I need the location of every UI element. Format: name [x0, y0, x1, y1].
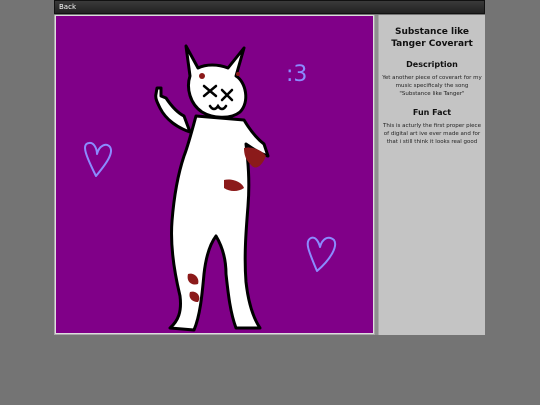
back-button[interactable]: Back — [57, 1, 78, 13]
panel-divider — [375, 15, 378, 335]
artwork-canvas: :3 — [55, 15, 374, 334]
heart-outline-left-icon — [84, 141, 112, 177]
emoticon-doodle: :3 — [286, 62, 307, 87]
heart-outline-right-icon — [306, 236, 336, 272]
top-bar: Back — [54, 0, 485, 14]
description-heading: Description — [406, 60, 458, 69]
fun-fact-heading: Fun Fact — [412, 108, 452, 117]
description-text: Yet another piece of coverart for my mus… — [382, 75, 482, 97]
info-panel: Substance like Tanger Coverart Descripti… — [379, 15, 485, 335]
artwork-title: Substance like Tanger Coverart — [391, 27, 473, 49]
artwork-illustration: :3 — [84, 44, 336, 332]
fun-fact-text: This is acturly the first proper piece o… — [383, 123, 481, 145]
